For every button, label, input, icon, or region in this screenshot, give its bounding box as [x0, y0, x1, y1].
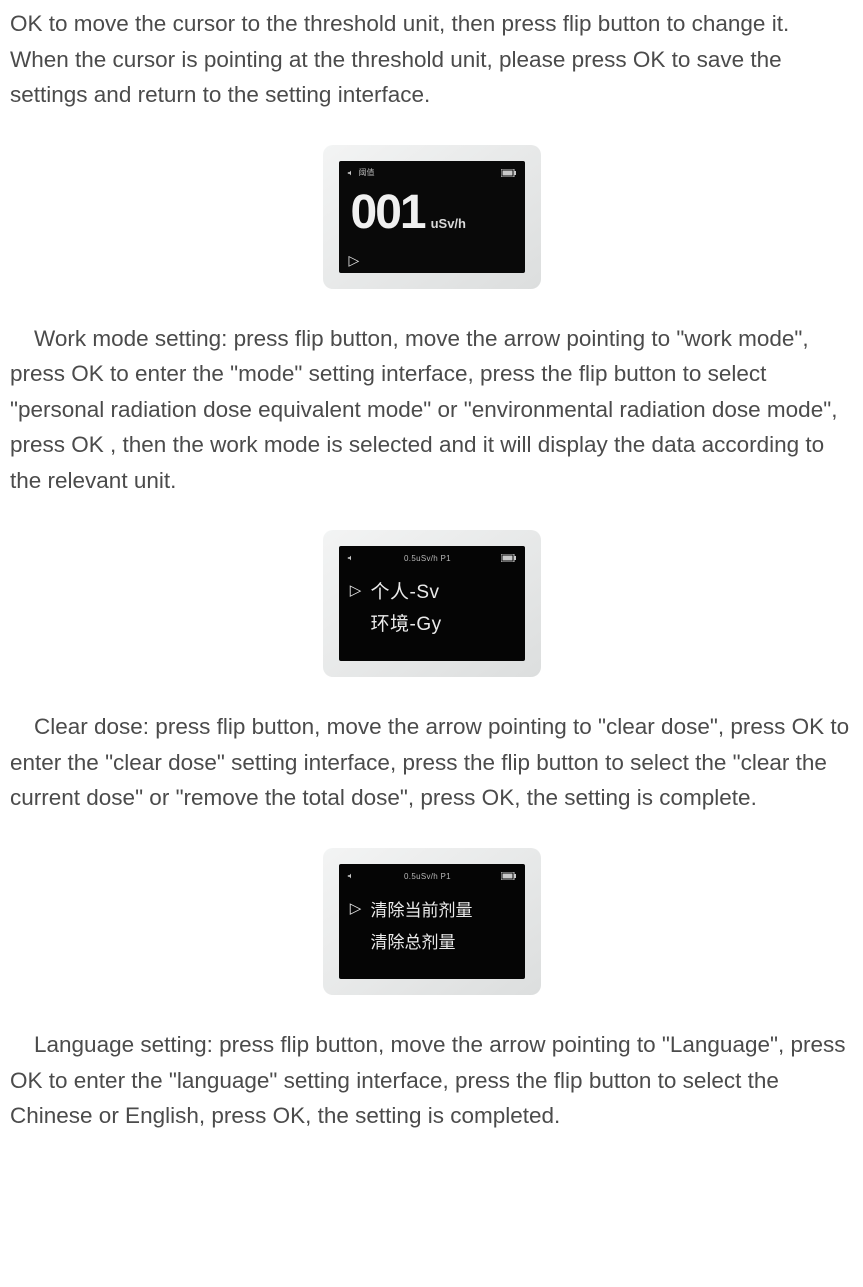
figure-work-mode: 0.5uSv/h P1 ▷ 个人-Sv 环境-Gy: [10, 530, 853, 677]
readout-row: 001 uSv/h: [347, 189, 517, 237]
status-bar: 阈值: [347, 167, 517, 179]
device-frame: 阈值 001 uSv/h ▷: [323, 145, 541, 289]
triangle-icon: ▷: [347, 581, 365, 599]
device-frame: 0.5uSv/h P1 ▷ 个人-Sv 环境-Gy: [323, 530, 541, 677]
sound-icon: [347, 872, 355, 880]
paragraph-language: Language setting: press flip button, mov…: [10, 1027, 853, 1134]
battery-icon: [501, 872, 517, 880]
status-label: 阈值: [359, 167, 375, 178]
status-label: 0.5uSv/h P1: [359, 554, 497, 563]
status-bar: 0.5uSv/h P1: [347, 870, 517, 882]
device-screen: 0.5uSv/h P1 ▷ 清除当前剂量 清除总剂量: [339, 864, 525, 979]
menu-item-clear-current: ▷ 清除当前剂量: [347, 892, 517, 924]
paragraph-clear-dose: Clear dose: press flip button, move the …: [10, 709, 853, 816]
menu-label: 个人-Sv: [371, 577, 440, 604]
threshold-value: 001: [351, 189, 425, 237]
battery-icon: [501, 554, 517, 562]
menu-label: 环境-Gy: [371, 609, 442, 636]
menu-item-environment: 环境-Gy: [347, 606, 517, 638]
sound-icon: [347, 169, 355, 177]
menu-label: 清除总剂量: [371, 928, 456, 953]
menu-item-personal: ▷ 个人-Sv: [347, 574, 517, 606]
triangle-icon: ▷: [347, 899, 365, 917]
status-label: 0.5uSv/h P1: [359, 872, 497, 881]
paragraph-work-mode: Work mode setting: press flip button, mo…: [10, 321, 853, 499]
cursor-indicator: ▷: [349, 253, 360, 267]
sound-icon: [347, 554, 355, 562]
status-bar: 0.5uSv/h P1: [347, 552, 517, 564]
device-frame: 0.5uSv/h P1 ▷ 清除当前剂量 清除总剂量: [323, 848, 541, 995]
device-screen: 阈值 001 uSv/h ▷: [339, 161, 525, 273]
threshold-unit: uSv/h: [431, 216, 466, 231]
figure-threshold: 阈值 001 uSv/h ▷: [10, 145, 853, 289]
paragraph-threshold: OK to move the cursor to the threshold u…: [10, 6, 853, 113]
device-screen: 0.5uSv/h P1 ▷ 个人-Sv 环境-Gy: [339, 546, 525, 661]
menu-item-clear-total: 清除总剂量: [347, 924, 517, 956]
menu-label: 清除当前剂量: [371, 896, 473, 921]
battery-icon: [501, 169, 517, 177]
figure-clear-dose: 0.5uSv/h P1 ▷ 清除当前剂量 清除总剂量: [10, 848, 853, 995]
